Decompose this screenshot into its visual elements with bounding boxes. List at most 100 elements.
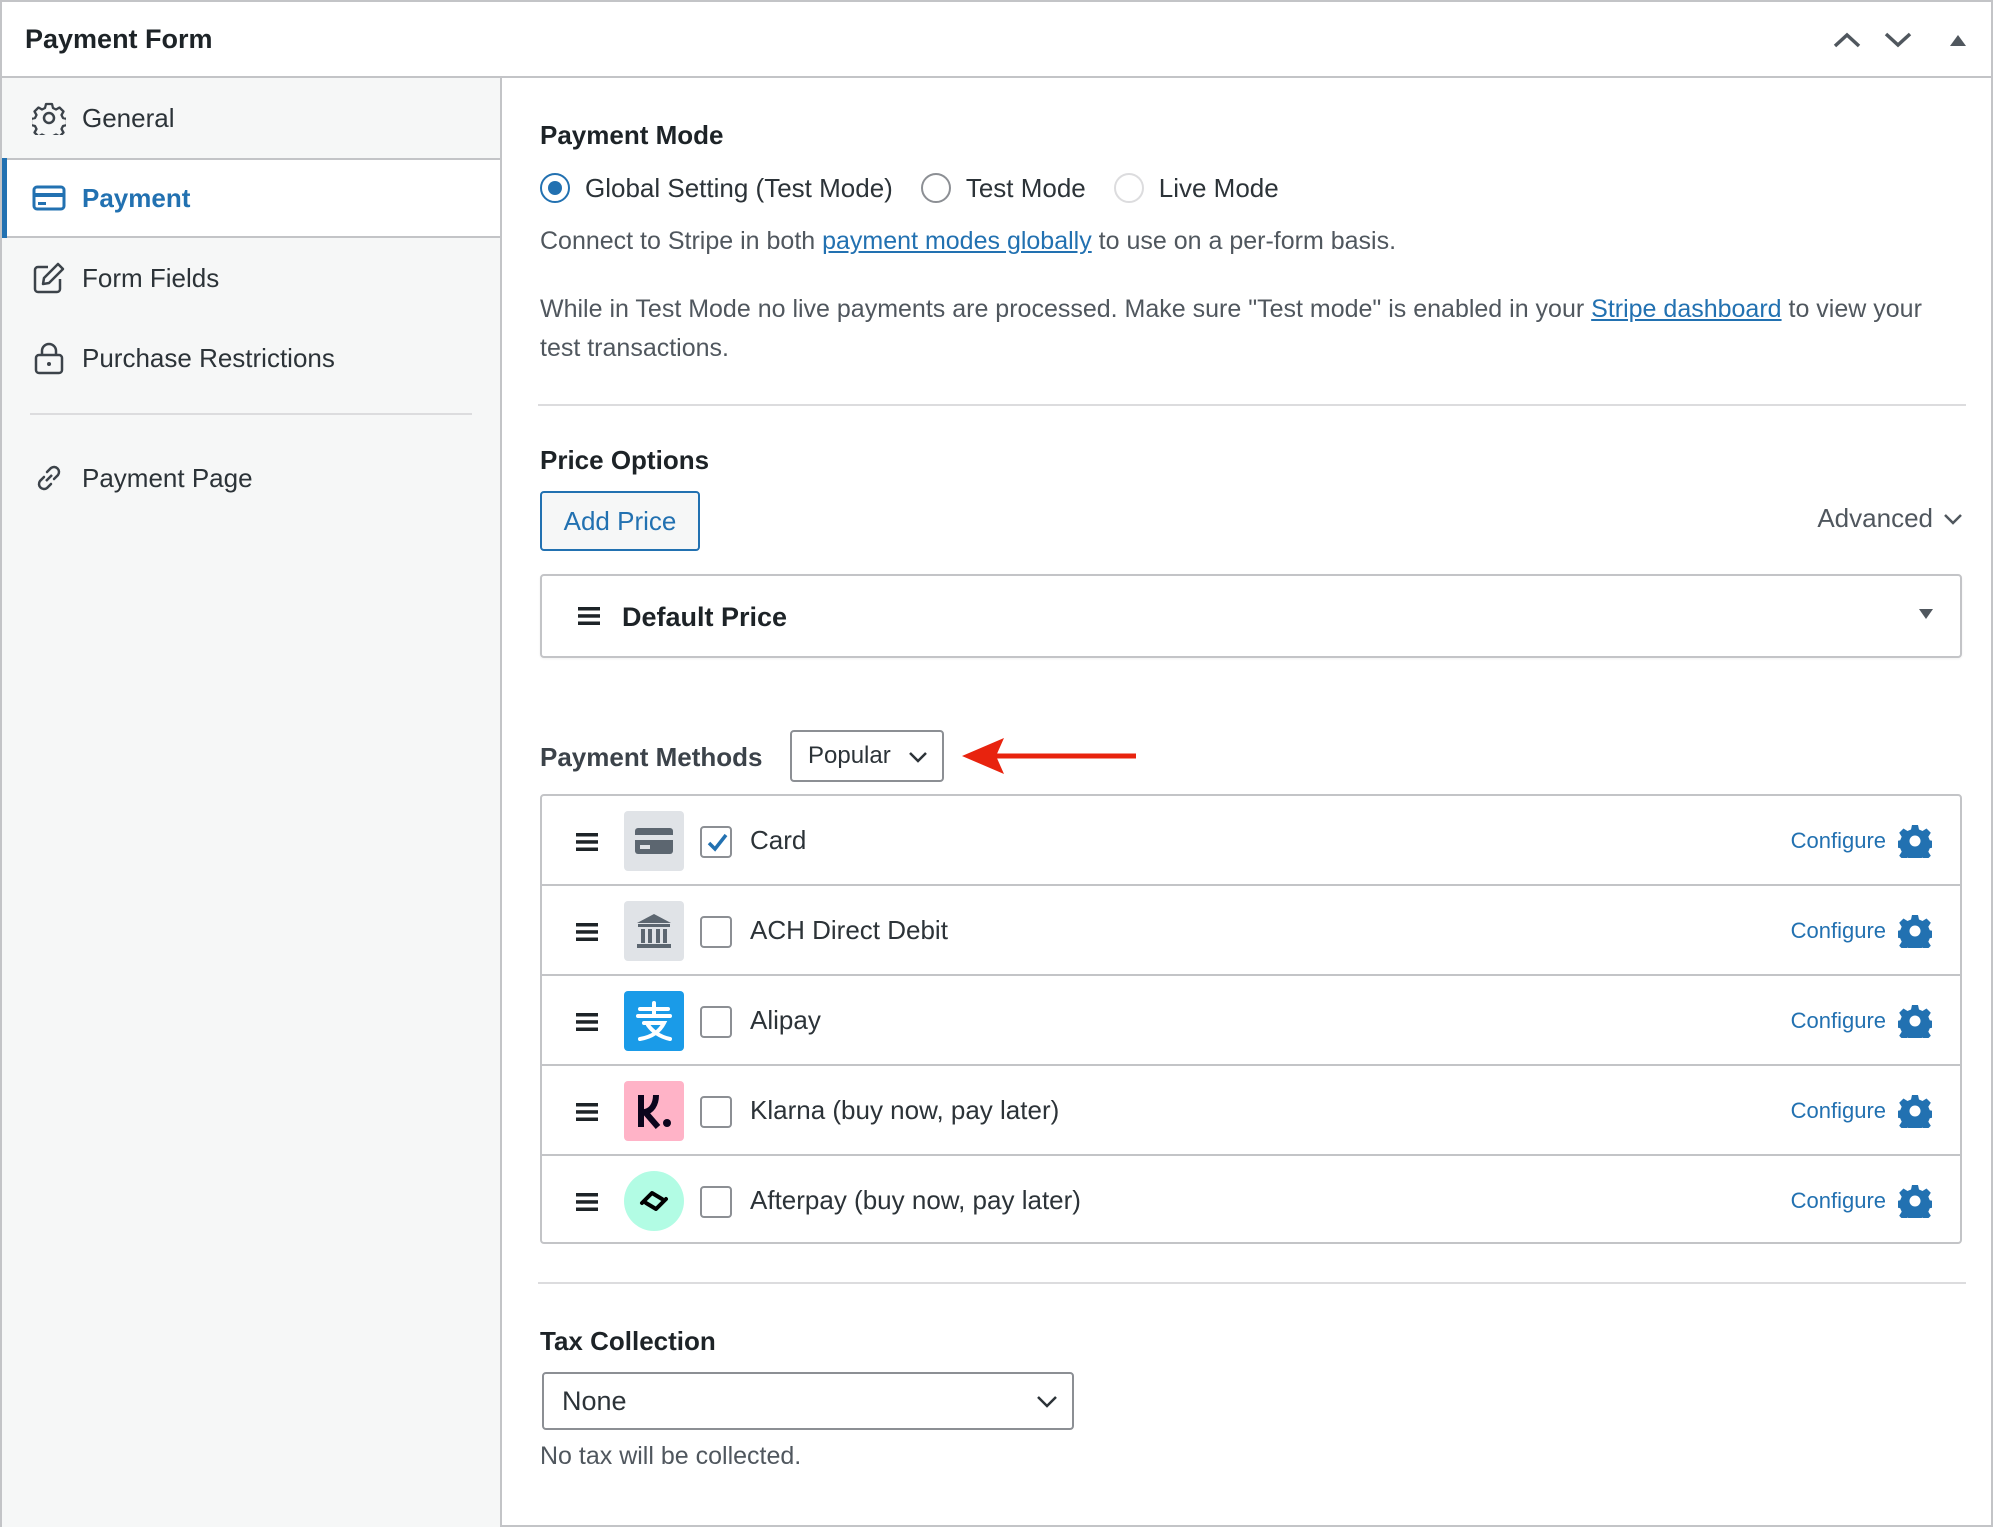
add-price-button[interactable]: Add Price: [540, 491, 700, 551]
credit-card-icon: [32, 185, 66, 211]
configure-label: Configure: [1790, 1188, 1886, 1213]
afterpay-icon: [624, 1171, 684, 1231]
tax-collection-select[interactable]: None: [542, 1372, 1074, 1430]
triangle-down-icon[interactable]: [1918, 608, 1934, 620]
afterpay-checkbox[interactable]: [700, 1186, 732, 1218]
payment-method-row: Afterpay (buy now, pay later) Configure: [542, 1156, 1960, 1246]
default-price-panel[interactable]: Default Price: [540, 574, 1962, 658]
radio-label: Test Mode: [965, 172, 1086, 203]
configure-label: Configure: [1790, 828, 1886, 853]
link-icon: [37, 465, 61, 491]
price-options-title: Price Options: [540, 445, 710, 475]
test-mode-description: While in Test Mode no live payments are …: [540, 290, 1960, 368]
configure-label: Configure: [1790, 1098, 1886, 1123]
advanced-label: Advanced: [1817, 503, 1933, 533]
payment-method-label: Klarna (buy now, pay later): [750, 1095, 1060, 1125]
chevron-down-icon: [909, 752, 927, 763]
configure-card-button[interactable]: Configure: [1791, 824, 1932, 858]
payment-methods-list: Card Configure ACH Direct Debit Configur…: [540, 794, 1962, 1244]
payment-methods-filter-select[interactable]: Popular: [790, 730, 944, 782]
connect-text: Connect to Stripe in both: [540, 227, 816, 255]
select-value: Popular: [808, 742, 891, 769]
payment-method-label: Afterpay (buy now, pay later): [750, 1185, 1081, 1215]
radio-label: Live Mode: [1158, 172, 1279, 203]
advanced-toggle[interactable]: Advanced: [1817, 503, 1963, 534]
panel-title: Payment Form: [25, 24, 213, 54]
configure-ach-button[interactable]: Configure: [1791, 914, 1932, 948]
sidebar-item-purchase-restrictions[interactable]: Purchase Restrictions: [2, 318, 500, 398]
connect-text: to use on a per-form basis.: [1098, 227, 1397, 255]
sidebar: General Payment Form Fields Purchase Res…: [2, 78, 502, 1527]
radio-global-setting[interactable]: [540, 173, 570, 203]
main-content: Payment Mode Global Setting (Test Mode) …: [502, 78, 1993, 1527]
sidebar-item-label: Payment: [82, 182, 191, 213]
payment-method-label: Card: [750, 825, 807, 855]
gear-icon: [1898, 915, 1932, 948]
payment-method-row: Card Configure: [542, 796, 1960, 886]
tax-collection-title: Tax Collection: [540, 1326, 716, 1356]
payment-modes-link[interactable]: payment modes globally: [822, 227, 1092, 255]
gear-icon: [1898, 1005, 1932, 1038]
sidebar-item-payment[interactable]: Payment: [2, 158, 500, 238]
sidebar-item-general[interactable]: General: [2, 78, 500, 158]
configure-alipay-button[interactable]: Configure: [1791, 1004, 1932, 1038]
radio-test-mode[interactable]: [920, 173, 951, 203]
alipay-checkbox[interactable]: [700, 1006, 732, 1038]
payment-mode-title: Payment Mode: [540, 120, 724, 150]
default-price-title: Default Price: [622, 602, 788, 632]
alipay-icon: [624, 991, 684, 1051]
payment-method-row: Klarna (buy now, pay later) Configure: [542, 1066, 1960, 1156]
drag-handle-icon[interactable]: [578, 606, 600, 626]
sidebar-item-label: Purchase Restrictions: [82, 342, 335, 373]
chevron-down-icon: [1944, 513, 1962, 525]
triangle-up-icon: [1950, 35, 1966, 46]
klarna-icon: [624, 1081, 684, 1141]
payment-form-panel: Payment Form General Payment Form Fields…: [0, 0, 1993, 1527]
payment-methods-title: Payment Methods: [540, 742, 763, 772]
payment-method-label: Alipay: [750, 1005, 821, 1035]
radio-label: Global Setting (Test Mode): [585, 172, 893, 203]
sidebar-item-payment-page[interactable]: Payment Page: [2, 438, 500, 518]
connect-description: Connect to Stripe in both payment modes …: [540, 222, 1960, 261]
sidebar-divider: [30, 413, 472, 415]
drag-handle-icon[interactable]: [576, 922, 598, 942]
gear-icon: [32, 102, 66, 135]
sidebar-item-form-fields[interactable]: Form Fields: [2, 238, 500, 318]
configure-label: Configure: [1790, 1008, 1886, 1033]
test-mode-text: While in Test Mode no live payments are …: [540, 295, 1585, 323]
toggle-panel-button[interactable]: [1938, 22, 1978, 58]
payment-mode-options: Global Setting (Test Mode) Test Mode Liv…: [540, 168, 1307, 208]
radio-live-mode[interactable]: [1113, 173, 1144, 203]
lock-icon: [34, 342, 64, 375]
chevron-up-icon: [1833, 32, 1861, 48]
gear-icon: [1898, 1095, 1932, 1128]
section-divider: [538, 1282, 1966, 1284]
edit-icon: [33, 262, 65, 294]
stripe-dashboard-link[interactable]: Stripe dashboard: [1591, 295, 1781, 323]
annotation-arrow-icon: [962, 738, 1136, 774]
ach-checkbox[interactable]: [700, 916, 732, 948]
credit-card-icon: [624, 811, 684, 871]
move-down-button[interactable]: [1878, 22, 1918, 58]
configure-klarna-button[interactable]: Configure: [1791, 1094, 1932, 1128]
drag-handle-icon[interactable]: [576, 832, 598, 852]
payment-method-row: ACH Direct Debit Configure: [542, 886, 1960, 976]
drag-handle-icon[interactable]: [576, 1192, 598, 1212]
sidebar-item-label: Form Fields: [82, 262, 220, 293]
drag-handle-icon[interactable]: [576, 1102, 598, 1122]
configure-label: Configure: [1790, 918, 1886, 943]
chevron-down-icon: [1884, 32, 1912, 48]
section-divider: [538, 404, 1966, 406]
panel-header: Payment Form: [2, 2, 1991, 78]
chevron-down-icon: [1037, 1396, 1057, 1408]
drag-handle-icon[interactable]: [576, 1012, 598, 1032]
payment-method-row: Alipay Configure: [542, 976, 1960, 1066]
klarna-checkbox[interactable]: [700, 1096, 732, 1128]
sidebar-item-label: Payment Page: [82, 462, 253, 493]
sidebar-item-label: General: [82, 102, 175, 133]
card-checkbox[interactable]: [700, 826, 732, 858]
gear-icon: [1898, 1185, 1932, 1218]
payment-method-label: ACH Direct Debit: [750, 915, 948, 945]
configure-afterpay-button[interactable]: Configure: [1791, 1184, 1932, 1218]
move-up-button[interactable]: [1827, 22, 1867, 58]
